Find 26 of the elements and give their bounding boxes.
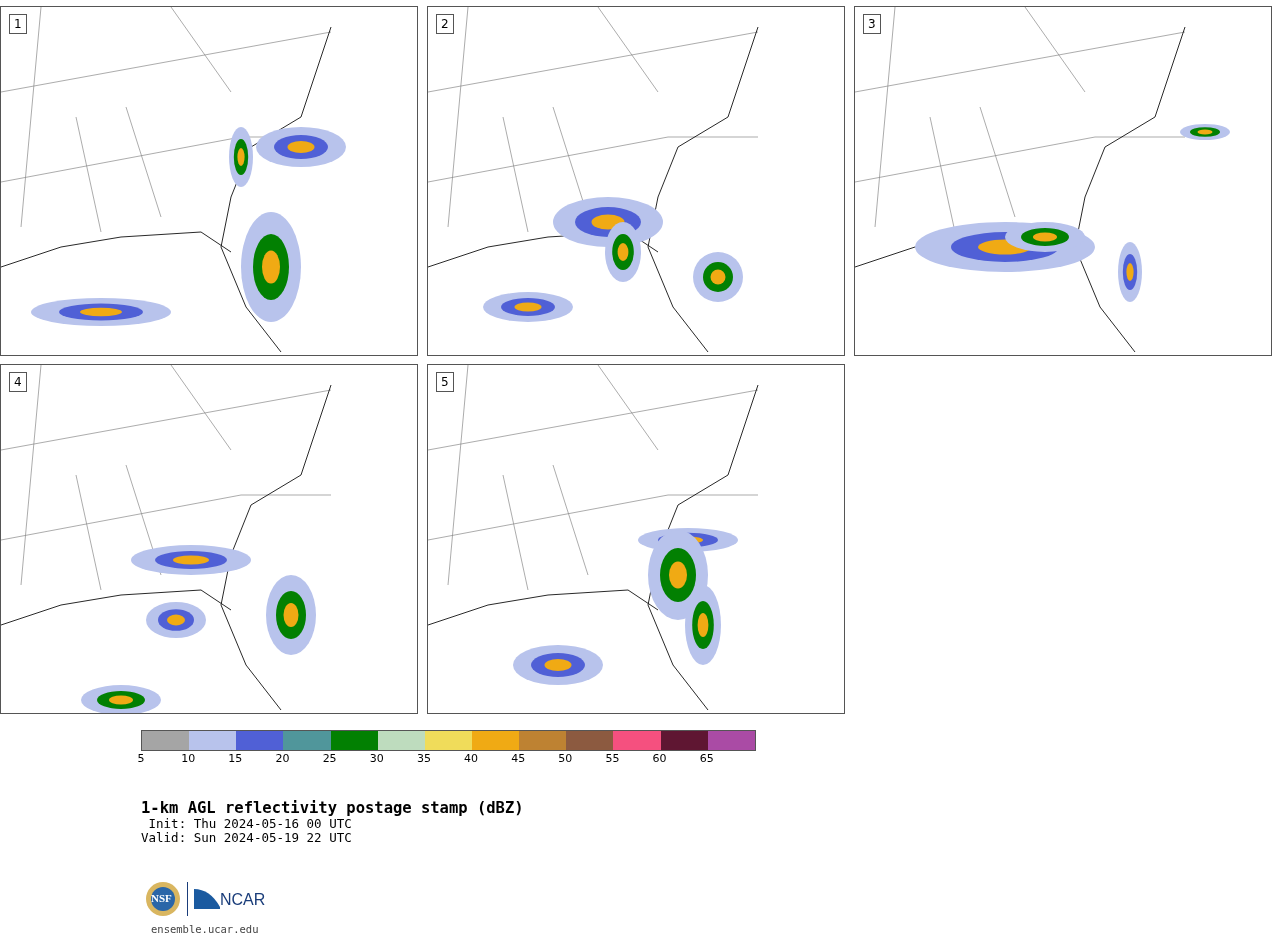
panel-number: 5 [436,372,454,392]
swoosh-icon [194,889,220,909]
tick-label: 45 [510,752,527,765]
tick-label: 25 [321,752,338,765]
panel-number: 2 [436,14,454,34]
nsf-logo-text: NSF [151,892,172,904]
tick-label: 20 [274,752,291,765]
seal-icon [145,881,181,917]
tick-label: 35 [415,752,432,765]
panel-number: 4 [9,372,27,392]
tick-label: 30 [368,752,385,765]
chart-title: 1-km AGL reflectivity postage stamp (dBZ) [141,799,525,817]
tick-label: 15 [227,752,244,765]
tick-label: 55 [604,752,621,765]
tick-label: 60 [651,752,668,765]
tick-label: 5 [136,752,146,765]
init-time: Init: Thu 2024-05-16 00 UTC [147,817,353,831]
tick-label: 50 [557,752,574,765]
panel-number: 1 [9,14,27,34]
tick-label: 10 [180,752,197,765]
valid-time: Valid: Sun 2024-05-19 22 UTC [141,831,353,845]
tick-label: 65 [698,752,715,765]
panel-number: 3 [863,14,881,34]
site-url: ensemble.ucar.edu [151,923,260,935]
ncar-logo-text: NCAR [220,891,266,909]
tick-label: 40 [463,752,480,765]
